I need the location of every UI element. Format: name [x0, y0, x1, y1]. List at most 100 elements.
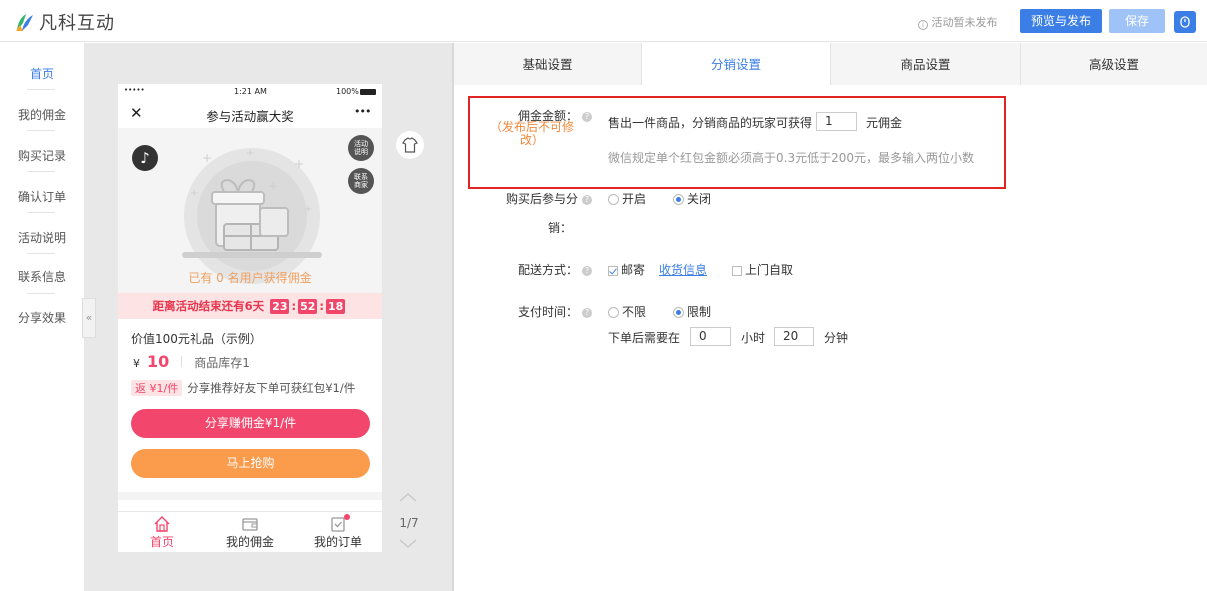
music-button[interactable]: ♪ [132, 145, 158, 171]
divider [27, 212, 55, 213]
save-button[interactable]: 保存 [1109, 9, 1165, 33]
phone-time: 1:21 AM [234, 87, 267, 96]
help-icon[interactable]: ? [582, 307, 592, 318]
preview-publish-button[interactable]: 预览与发布 [1020, 9, 1102, 33]
more-icon[interactable]: ••• [354, 105, 371, 118]
radio-unlimited[interactable] [608, 307, 619, 318]
info-icon: i [918, 20, 928, 30]
phone-nav-bar: ✕ 参与活动赢大奖 ••• [118, 100, 382, 128]
tab-distribution-settings[interactable]: 分销设置 [642, 43, 830, 86]
commission-amount-input[interactable]: 1 [816, 112, 857, 131]
rebate-text: 分享推荐好友下单可获红包¥1/件 [187, 381, 356, 395]
pay-time-prefix: 下单后需要在 [608, 331, 681, 345]
divider [27, 293, 55, 294]
settings-tabs: 基础设置 分销设置 商品设置 高级设置 [454, 43, 1207, 86]
commission-note: （发布后不可修改） [489, 120, 574, 147]
svg-text:+: + [202, 151, 212, 165]
signal-indicator: ••••• [124, 86, 145, 94]
delivery-mail-option[interactable]: 邮寄 [608, 261, 645, 278]
shipping-info-link[interactable]: 收货信息 [659, 261, 707, 278]
page-down-arrow[interactable] [398, 538, 418, 553]
divider [27, 89, 55, 90]
commission-text-after: 元佣金 [866, 116, 903, 130]
countdown-minutes: 52 [298, 298, 318, 314]
sidebar-item-home[interactable]: 首页 [0, 65, 84, 82]
svg-text:+: + [294, 157, 304, 171]
currency-symbol: ¥ [133, 357, 140, 370]
tab-product-settings[interactable]: 商品设置 [830, 43, 1020, 85]
brand-name: 凡科互动 [39, 13, 115, 34]
sidebar-item-activity-info[interactable]: 活动说明 [0, 229, 84, 246]
commission-hint: 微信规定单个红包金额必须高于0.3元低于200元，最多输入两位小数 [608, 151, 974, 165]
tshirt-theme-button[interactable] [396, 131, 424, 159]
phone-preview: ••••• 1:21 AM 100% ✕ 参与活动赢大奖 ••• + + + +… [118, 84, 382, 552]
pay-time-minutes-unit: 分钟 [824, 331, 849, 345]
hero-banner: + + + + + + ♪ 活动说明 联系商家 已有 0 名用户获得佣金 [118, 128, 382, 293]
pay-time-hours-unit: 小时 [741, 331, 766, 345]
mail-label: 邮寄 [621, 263, 646, 277]
phone-status-bar: ••••• 1:21 AM 100% [118, 84, 382, 100]
nav-title: 参与活动赢大奖 [206, 109, 294, 124]
after-purchase-label-cont: 销： [547, 221, 572, 235]
phone-tab-my-orders-label: 我的订单 [313, 535, 362, 549]
help-icon[interactable]: ? [582, 194, 592, 205]
distribution-off-option[interactable]: 关闭 [673, 190, 711, 207]
help-icon[interactable]: ? [582, 265, 592, 276]
account-icon [1180, 16, 1190, 28]
pickup-label: 上门自取 [745, 263, 794, 277]
distribution-on-option[interactable]: 开启 [608, 190, 646, 207]
mail-checkbox[interactable] [608, 265, 618, 276]
tab-advanced-settings[interactable]: 高级设置 [1020, 43, 1207, 85]
radio-on[interactable] [608, 194, 619, 205]
help-icon[interactable]: ? [582, 111, 592, 122]
section-gap [118, 492, 382, 500]
tab-basic-settings[interactable]: 基础设置 [454, 43, 642, 85]
pay-time-unlimited-option[interactable]: 不限 [608, 303, 646, 320]
after-purchase-label: 购买后参与分? [482, 190, 592, 207]
brand-logo[interactable]: 凡科互动 [14, 9, 115, 35]
page-sidebar: 首页 我的佣金 购买记录 确认订单 活动说明 联系信息 分享效果 [0, 43, 84, 591]
music-note-icon: ♪ [140, 149, 150, 167]
divider [27, 130, 55, 131]
phone-tab-home[interactable]: 首页 [122, 514, 202, 550]
sidebar-item-contact-info[interactable]: 联系信息 [0, 268, 84, 285]
share-earn-button[interactable]: 分享赚佣金¥1/件 [131, 409, 370, 438]
sidebar-item-purchase-records[interactable]: 购买记录 [0, 147, 84, 164]
delivery-pickup-option[interactable]: 上门自取 [732, 261, 793, 278]
radio-limited[interactable] [673, 307, 684, 318]
sidebar-item-confirm-order[interactable]: 确认订单 [0, 188, 84, 205]
contact-merchant-tag[interactable]: 联系商家 [348, 168, 374, 194]
product-title: 价值100元礼品（示例） [131, 332, 262, 346]
divider [27, 171, 55, 172]
pay-time-label: 支付时间：? [482, 303, 592, 320]
wallet-icon [242, 518, 258, 531]
sidebar-item-my-commission[interactable]: 我的佣金 [0, 106, 84, 123]
sidebar-item-share-effect[interactable]: 分享效果 [0, 309, 84, 326]
price-row: ¥ 10 商品库存1 [133, 352, 250, 371]
pickup-checkbox[interactable] [732, 265, 742, 276]
pay-time-label-text: 支付时间： [517, 305, 578, 319]
countdown-seconds: 18 [326, 298, 346, 314]
divider [181, 356, 183, 367]
svg-text:+: + [268, 179, 278, 193]
page-up-arrow[interactable] [398, 491, 418, 506]
phone-tab-bar: 首页 我的佣金 我的订单 [118, 511, 382, 552]
publish-status-text: 活动暂未发布 [931, 16, 998, 29]
account-button[interactable] [1174, 11, 1196, 33]
countdown-label: 距离活动结束还有6天 [152, 299, 265, 313]
pay-time-minutes-input[interactable]: 20 [774, 327, 814, 346]
sidebar-collapse-button[interactable]: « [82, 298, 96, 338]
home-icon [154, 516, 170, 532]
after-purchase-label-text: 购买后参与分 [505, 192, 578, 206]
buy-now-button[interactable]: 马上抢购 [131, 449, 370, 478]
chevron-up-icon [399, 493, 417, 502]
limited-label: 限制 [687, 305, 712, 319]
radio-off[interactable] [673, 194, 684, 205]
svg-text:+: + [190, 188, 198, 199]
pay-time-limited-option[interactable]: 限制 [673, 303, 711, 320]
activity-info-tag[interactable]: 活动说明 [348, 135, 374, 161]
phone-tab-my-commission[interactable]: 我的佣金 [210, 514, 290, 550]
pay-time-hours-input[interactable]: 0 [690, 327, 731, 346]
phone-tab-my-orders[interactable]: 我的订单 [298, 514, 378, 550]
countdown-hours: 23 [270, 298, 290, 314]
